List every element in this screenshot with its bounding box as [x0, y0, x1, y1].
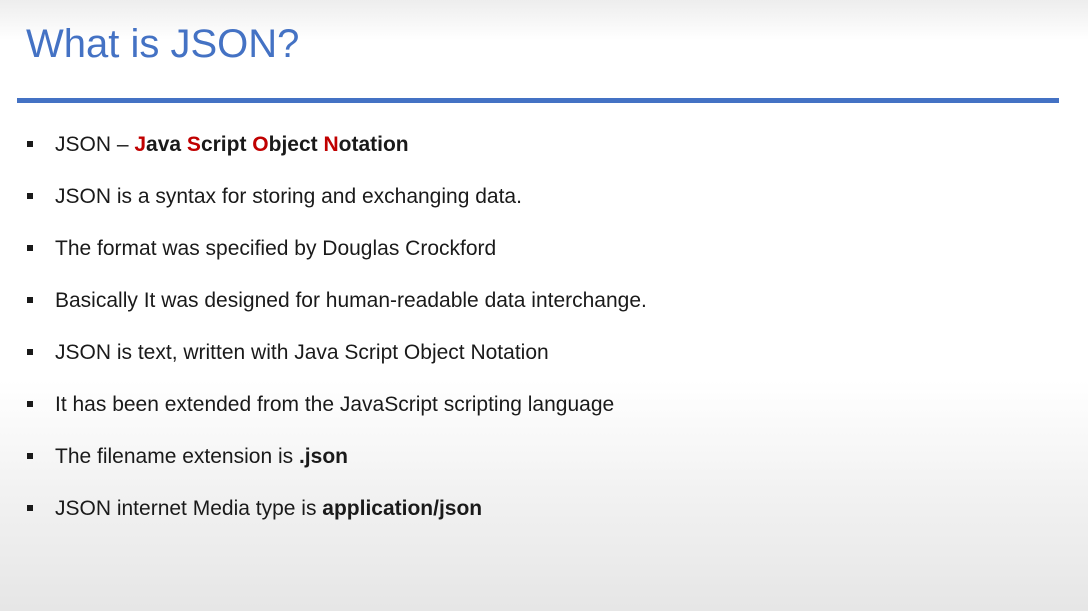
bullet-marker	[27, 349, 33, 355]
bullet-marker	[27, 505, 33, 511]
acronym-initial-o: O	[252, 133, 269, 156]
acronym-initial-n: N	[323, 133, 339, 156]
acronym-initial-j: J	[134, 133, 147, 156]
bullet-text: The format was specified by Douglas Croc…	[55, 237, 497, 260]
bullet-bold-text: application/json	[322, 497, 483, 520]
bullet-text: JSON internet Media type is application/…	[55, 483, 482, 535]
bullet-marker	[27, 245, 33, 251]
bullet-text: JSON – Java Script Object Notation	[55, 119, 409, 171]
bullet-bold-text: .json	[298, 445, 348, 468]
bullet-marker	[27, 453, 33, 459]
bullet-marker	[27, 193, 33, 199]
bullet-text: It has been extended from the JavaScript…	[55, 393, 615, 416]
bullet-marker	[27, 297, 33, 303]
acronym-rest-java: ava	[146, 133, 187, 156]
bullet-text: The filename extension is .json	[55, 431, 348, 483]
title-divider	[17, 98, 1059, 103]
bullet-plain-text: The filename extension is	[55, 445, 299, 468]
bullet-prefix: JSON –	[55, 133, 135, 156]
bullet-plain-text: JSON internet Media type is	[55, 497, 323, 520]
bullet-text: Basically It was designed for human-read…	[55, 289, 647, 312]
acronym-initial-s: S	[186, 133, 201, 156]
slide-title: What is JSON?	[26, 22, 300, 66]
acronym-rest-notation: otation	[338, 133, 409, 156]
bullet-marker	[27, 401, 33, 407]
bullet-marker	[27, 141, 33, 147]
acronym-rest-object: bject	[268, 133, 324, 156]
bullet-text: JSON is text, written with Java Script O…	[55, 341, 549, 364]
bullet-text: JSON is a syntax for storing and exchang…	[55, 185, 522, 208]
acronym-rest-script: cript	[200, 133, 253, 156]
